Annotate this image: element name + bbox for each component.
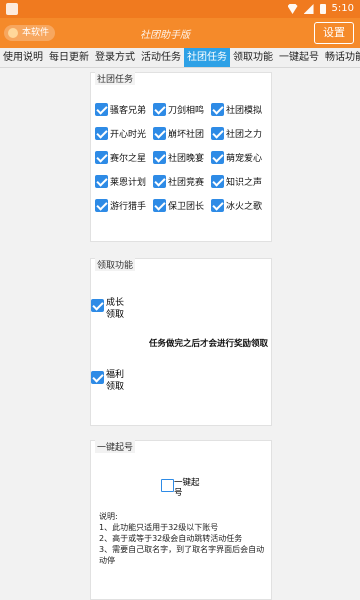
club-task-label: 游行猎手	[110, 201, 147, 212]
onekey-title: 一键起号	[95, 440, 136, 453]
club-task-label: 赛尔之星	[110, 153, 147, 164]
club-task-label: 崩坏社团	[168, 129, 205, 140]
onekey-checkbox[interactable]: 一键起号	[161, 478, 200, 498]
tab-item[interactable]: 每日更新	[46, 48, 92, 67]
checkbox-checked-icon	[91, 299, 104, 312]
settings-button[interactable]: 设置	[314, 22, 354, 44]
club-task-checkbox[interactable]: 骚客兄弟	[95, 97, 153, 121]
tab-item[interactable]: 领取功能	[230, 48, 276, 67]
notification-icon	[6, 3, 18, 15]
club-task-checkbox[interactable]: 崩坏社团	[153, 121, 211, 145]
checkbox-checked-icon	[211, 174, 224, 188]
checkbox-checked-icon	[91, 371, 104, 384]
checkbox-checked-icon	[95, 126, 108, 140]
club-task-label: 冰火之歌	[226, 201, 263, 212]
note-line: 2、高于或等于32级会自动跳转活动任务	[99, 534, 243, 543]
checkbox-checked-icon	[153, 102, 166, 116]
tab-item[interactable]: 登录方式	[92, 48, 138, 67]
welfare-claim-label: 福利领取	[106, 370, 125, 392]
club-task-checkbox[interactable]: 刀剑相鸣	[153, 97, 211, 121]
tab-bar: 使用说明每日更新登录方式活动任务社团任务领取功能一键起号畅话功能切号功能	[0, 48, 360, 68]
tab-item[interactable]: 畅话功能	[322, 48, 360, 67]
club-task-checkbox[interactable]: 社团晚宴	[153, 145, 211, 169]
club-task-label: 知识之声	[226, 177, 263, 188]
checkbox-checked-icon	[95, 102, 108, 116]
growth-claim-checkbox[interactable]: 成长领取	[91, 297, 131, 321]
checkbox-unchecked-icon	[161, 479, 174, 492]
tab-item[interactable]: 一键起号	[276, 48, 322, 67]
club-task-label: 刀剑相鸣	[168, 105, 205, 116]
checkbox-checked-icon	[95, 198, 108, 212]
club-task-label: 社团模拟	[226, 105, 263, 116]
checkbox-checked-icon	[95, 150, 108, 164]
note-line: 1、此功能只适用于32级以下账号	[99, 523, 219, 532]
tab-item[interactable]: 使用说明	[0, 48, 46, 67]
club-task-checkbox[interactable]: 赛尔之星	[95, 145, 153, 169]
note-line: 动停	[99, 556, 115, 565]
claim-title: 领取功能	[95, 258, 136, 271]
onekey-checkbox-label: 一键起号	[174, 478, 200, 498]
checkbox-checked-icon	[95, 174, 108, 188]
checkbox-checked-icon	[153, 174, 166, 188]
onekey-section: 一键起号 一键起号 说明: 1、此功能只适用于32级以下账号 2、高于或等于32…	[90, 440, 272, 600]
checkbox-checked-icon	[211, 150, 224, 164]
club-task-checkbox[interactable]: 保卫团长	[153, 193, 211, 217]
battery-icon	[319, 4, 326, 14]
club-tasks-title: 社团任务	[95, 72, 136, 85]
app-logo: 本软件	[4, 25, 56, 41]
checkbox-checked-icon	[153, 150, 166, 164]
club-task-label: 社团之力	[226, 129, 263, 140]
club-task-label: 社团晚宴	[168, 153, 205, 164]
growth-claim-label: 成长领取	[106, 298, 125, 320]
club-task-checkbox[interactable]: 游行猎手	[95, 193, 153, 217]
club-task-checkbox[interactable]: 开心时光	[95, 121, 153, 145]
club-task-checkbox[interactable]: 冰火之歌	[211, 193, 269, 217]
main-content: 社团任务 骚客兄弟 刀剑相鸣 社团模拟开心时光 崩坏社团 社团之力赛尔之星 社团晚宴 萌宠爱…	[90, 70, 272, 600]
checkbox-checked-icon	[211, 126, 224, 140]
club-task-checkbox[interactable]: 社团竞赛	[153, 169, 211, 193]
club-tasks-grid: 骚客兄弟 刀剑相鸣 社团模拟开心时光 崩坏社团 社团之力赛尔之星 社团晚宴 萌宠爱心莱恩计划…	[95, 97, 271, 217]
header-title: 社团助手版	[140, 30, 190, 41]
signal-icon	[303, 4, 314, 14]
status-time: 5:10	[331, 3, 354, 14]
notes-title: 说明:	[99, 512, 118, 521]
club-task-label: 开心时光	[110, 129, 147, 140]
checkbox-checked-icon	[211, 198, 224, 212]
tab-item[interactable]: 社团任务	[184, 48, 230, 67]
claim-note: 任务做完之后才会进行奖励领取	[149, 339, 269, 349]
checkbox-checked-icon	[211, 102, 224, 116]
status-bar: 5:10	[0, 0, 360, 18]
club-task-checkbox[interactable]: 知识之声	[211, 169, 269, 193]
claim-section: 领取功能 成长领取 任务做完之后才会进行奖励领取 福利领取	[90, 258, 272, 426]
checkbox-checked-icon	[153, 198, 166, 212]
onekey-notes: 说明: 1、此功能只适用于32级以下账号 2、高于或等于32级会自动跳转活动任务…	[99, 511, 269, 566]
tab-item[interactable]: 活动任务	[138, 48, 184, 67]
welfare-claim-checkbox[interactable]: 福利领取	[91, 369, 131, 393]
club-task-label: 骚客兄弟	[110, 105, 147, 116]
club-task-label: 保卫团长	[168, 201, 205, 212]
club-tasks-section: 社团任务 骚客兄弟 刀剑相鸣 社团模拟开心时光 崩坏社团 社团之力赛尔之星 社团晚宴 萌宠爱…	[90, 72, 272, 242]
club-task-label: 萌宠爱心	[226, 153, 263, 164]
club-task-checkbox[interactable]: 萌宠爱心	[211, 145, 269, 169]
app-header: 本软件 社团助手版 设置	[0, 18, 360, 48]
club-task-checkbox[interactable]: 社团模拟	[211, 97, 269, 121]
club-task-checkbox[interactable]: 社团之力	[211, 121, 269, 145]
note-line: 3、需要自己取名字，到了取名字界面后会自动	[99, 545, 265, 554]
wifi-icon	[287, 4, 298, 14]
checkbox-checked-icon	[153, 126, 166, 140]
club-task-checkbox[interactable]: 莱恩计划	[95, 169, 153, 193]
club-task-label: 社团竞赛	[168, 177, 205, 188]
status-icons: 5:10	[287, 3, 354, 15]
club-task-label: 莱恩计划	[110, 177, 147, 188]
